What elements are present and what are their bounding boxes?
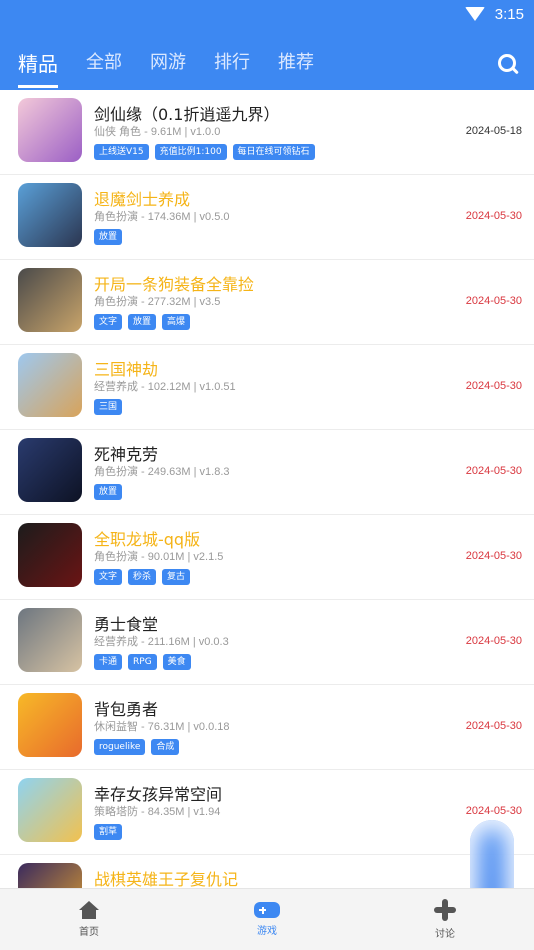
game-icon [18, 268, 82, 332]
nav-games-label: 游戏 [257, 926, 277, 937]
game-tag: 放置 [94, 229, 123, 245]
tab-all[interactable]: 全部 [86, 48, 122, 88]
game-title: 战棋英雄王子复仇记 [94, 870, 239, 888]
game-meta: 经营养成 - 102.12M | v1.0.51 [94, 381, 236, 393]
game-tag: 上线送V15 [94, 144, 149, 160]
status-time: 3:15 [494, 5, 524, 23]
game-date: 2024-05-30 [465, 720, 522, 732]
game-tags: roguelike 合成 [94, 739, 180, 755]
tab-ranking[interactable]: 排行 [214, 48, 250, 88]
game-list-item[interactable]: 开局一条狗装备全靠捡 角色扮演 - 277.32M | v3.5 文字 放置 高爆 … [0, 260, 534, 345]
game-list: 剑仙缘（0.1折逍遥九界） 仙侠 角色 - 9.61M | v1.0.0 上线送… [0, 90, 534, 888]
nav-discuss[interactable]: 讨论 [356, 889, 534, 950]
game-meta: 角色扮演 - 277.32M | v3.5 [94, 296, 221, 308]
game-tags: 上线送V15 充值比例1:100 每日在线可领钻石 [94, 144, 315, 160]
game-title: 幸存女孩异常空间 [94, 785, 223, 804]
game-icon [18, 778, 82, 842]
game-date: 2024-05-30 [465, 210, 522, 222]
game-meta: 角色扮演 - 90.01M | v2.1.5 [94, 551, 224, 563]
game-tag: 卡通 [94, 654, 123, 670]
nav-discuss-label: 讨论 [435, 929, 455, 940]
game-tag: RPG [128, 654, 157, 670]
game-tags: 文字 秒杀 复古 [94, 569, 191, 585]
game-meta: 经营养成 - 211.16M | v0.0.3 [94, 636, 229, 648]
game-date: 2024-05-30 [465, 635, 522, 647]
status-bar: 3:15 [464, 5, 524, 23]
game-tags: 卡通 RPG 美食 [94, 654, 191, 670]
game-tag: 文字 [94, 569, 123, 585]
game-date: 2024-05-30 [465, 295, 522, 307]
game-date: 2024-05-18 [465, 125, 522, 137]
tab-featured[interactable]: 精品 [18, 48, 58, 88]
game-title: 背包勇者 [94, 700, 159, 719]
game-title: 三国神劫 [94, 360, 159, 379]
game-icon [18, 608, 82, 672]
game-list-item[interactable]: 幸存女孩异常空间 策略塔防 - 84.35M | v1.94 割草 2024-0… [0, 770, 534, 855]
game-tag: 割草 [94, 824, 123, 840]
game-tag: roguelike [94, 739, 146, 755]
game-list-item[interactable]: 勇士食堂 经营养成 - 211.16M | v0.0.3 卡通 RPG 美食 202… [0, 600, 534, 685]
game-tag: 复古 [162, 569, 191, 585]
game-tags: 割草 [94, 824, 123, 840]
game-tag: 文字 [94, 314, 123, 330]
gamepad-icon [254, 902, 280, 918]
game-list-item[interactable]: 退魔剑士养成 角色扮演 - 174.36M | v0.5.0 放置 2024-0… [0, 175, 534, 260]
game-list-item[interactable]: 死神克劳 角色扮演 - 249.63M | v1.8.3 放置 2024-05-… [0, 430, 534, 515]
game-tag: 美食 [162, 654, 191, 670]
game-meta: 角色扮演 - 174.36M | v0.5.0 [94, 211, 230, 223]
game-list-item[interactable]: 三国神劫 经营养成 - 102.12M | v1.0.51 三国 2024-05… [0, 345, 534, 430]
game-tag: 高爆 [162, 314, 191, 330]
bottom-nav: 首页 游戏 讨论 [0, 888, 534, 950]
nav-home[interactable]: 首页 [0, 889, 178, 950]
nav-games[interactable]: 游戏 [178, 889, 356, 950]
game-title: 死神克劳 [94, 445, 159, 464]
game-meta: 策略塔防 - 84.35M | v1.94 [94, 806, 221, 818]
game-date: 2024-05-30 [465, 805, 522, 817]
game-title: 全职龙城-qq版 [94, 530, 201, 549]
app-header: 3:15 精品 全部 网游 排行 推荐 [0, 0, 534, 90]
game-date: 2024-05-30 [465, 465, 522, 477]
game-icon [18, 353, 82, 417]
search-icon[interactable] [498, 54, 519, 75]
game-list-item[interactable]: 背包勇者 休闲益智 - 76.31M | v0.0.18 roguelike 合成… [0, 685, 534, 770]
game-tags: 放置 [94, 229, 123, 245]
game-meta: 角色扮演 - 249.63M | v1.8.3 [94, 466, 230, 478]
tab-online[interactable]: 网游 [150, 48, 186, 88]
fan-icon [434, 899, 456, 921]
game-title: 勇士食堂 [94, 615, 159, 634]
game-icon [18, 183, 82, 247]
game-title: 开局一条狗装备全靠捡 [94, 275, 255, 294]
game-icon [18, 438, 82, 502]
game-tag: 放置 [128, 314, 157, 330]
game-tag: 秒杀 [128, 569, 157, 585]
game-meta: 休闲益智 - 76.31M | v0.0.18 [94, 721, 230, 733]
game-icon [18, 98, 82, 162]
game-tags: 放置 [94, 484, 123, 500]
game-tags: 三国 [94, 399, 123, 415]
game-tags: 文字 放置 高爆 [94, 314, 191, 330]
game-date: 2024-05-30 [465, 380, 522, 392]
game-date: 2024-05-30 [465, 550, 522, 562]
game-tag: 充值比例1:100 [154, 144, 227, 160]
game-title: 退魔剑士养成 [94, 190, 191, 209]
game-tag: 三国 [94, 399, 123, 415]
game-tag: 放置 [94, 484, 123, 500]
game-icon [18, 693, 82, 757]
nav-home-label: 首页 [79, 927, 99, 938]
game-icon [18, 523, 82, 587]
game-tag: 每日在线可领钻石 [232, 144, 315, 160]
game-list-item[interactable]: 战棋英雄王子复仇记 [0, 855, 534, 888]
category-tabs: 精品 全部 网游 排行 推荐 [18, 48, 314, 88]
game-tag: 合成 [151, 739, 180, 755]
tab-recommend[interactable]: 推荐 [278, 48, 314, 88]
game-list-item[interactable]: 剑仙缘（0.1折逍遥九界） 仙侠 角色 - 9.61M | v1.0.0 上线送… [0, 90, 534, 175]
game-title: 剑仙缘（0.1折逍遥九界） [94, 105, 280, 124]
game-icon [18, 863, 82, 888]
game-list-item[interactable]: 全职龙城-qq版 角色扮演 - 90.01M | v2.1.5 文字 秒杀 复古 2… [0, 515, 534, 600]
wifi-icon [464, 7, 485, 21]
game-meta: 仙侠 角色 - 9.61M | v1.0.0 [94, 126, 221, 138]
home-icon [79, 901, 99, 919]
